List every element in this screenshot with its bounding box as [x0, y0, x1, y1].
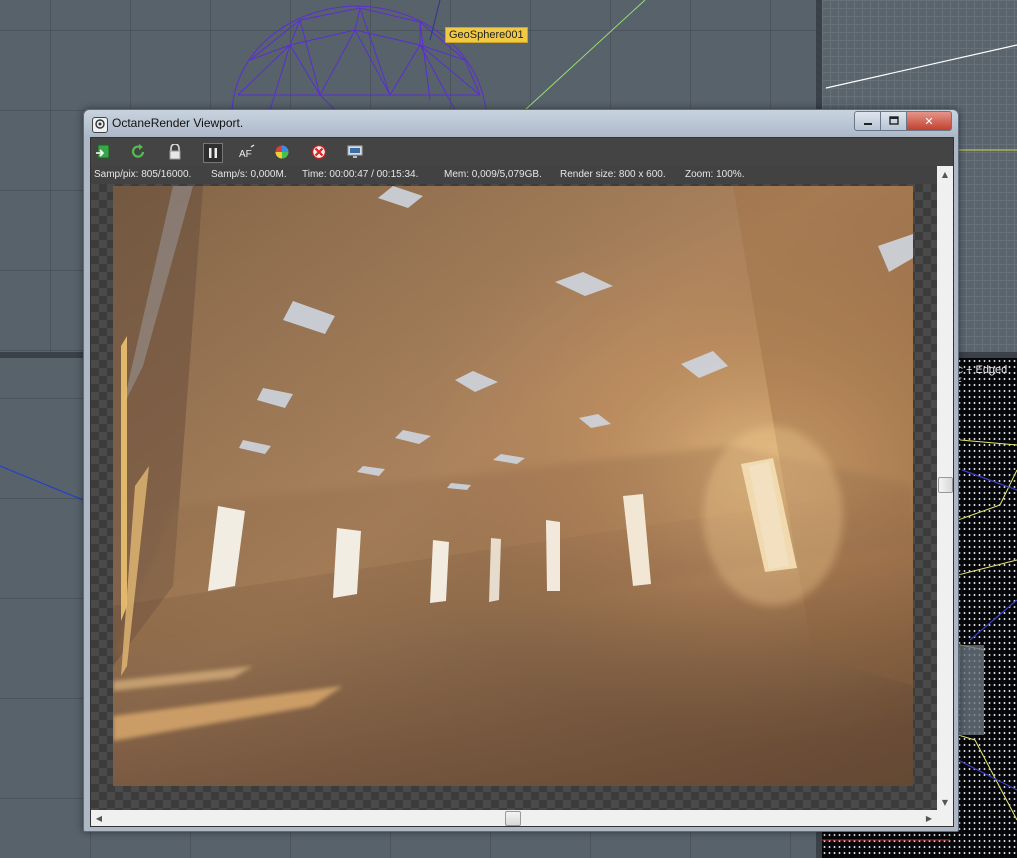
memory-usage: Mem: 0,009/5,079GB. [444, 169, 542, 180]
scroll-up-icon[interactable]: ▲ [937, 166, 953, 182]
lock-button[interactable] [166, 143, 184, 161]
pause-button[interactable] [203, 143, 223, 163]
render-toolbar: AF [91, 138, 953, 167]
zoom-level: Zoom: 100%. [685, 169, 745, 180]
export-image-button[interactable] [94, 143, 112, 161]
scroll-down-icon[interactable]: ▼ [937, 794, 953, 810]
autofocus-text: AF [239, 149, 252, 160]
autofocus-button[interactable]: AF [238, 143, 256, 161]
rendered-image[interactable] [113, 186, 913, 786]
window-titlebar[interactable]: OctaneRender Viewport. ✕ [84, 110, 958, 135]
close-icon: ✕ [924, 114, 934, 128]
octane-render-window: OctaneRender Viewport. ✕ AF Samp/pix: 80… [83, 109, 959, 832]
render-canvas[interactable] [91, 184, 937, 810]
render-size: Render size: 800 x 600. [560, 169, 666, 180]
geosphere-wireframe [231, 5, 487, 111]
render-time: Time: 00:00:47 / 00:15:34. [302, 169, 419, 180]
horizontal-scroll-thumb[interactable] [505, 811, 521, 826]
window-title: OctaneRender Viewport. [112, 116, 244, 130]
export-image-icon [96, 144, 110, 159]
autofocus-icon: AF [239, 144, 255, 160]
minimize-icon [863, 123, 872, 125]
scroll-left-icon[interactable]: ◀ [91, 810, 107, 826]
pause-icon [209, 148, 217, 158]
color-picker-button[interactable] [273, 143, 291, 161]
color-picker-icon [275, 145, 289, 159]
restart-render-button[interactable] [130, 143, 148, 161]
scroll-right-icon[interactable]: ▶ [921, 810, 937, 826]
display-settings-button[interactable] [346, 143, 364, 161]
scrollbar-corner [937, 810, 953, 826]
vertical-scroll-thumb[interactable] [938, 477, 953, 493]
viewport-shading-label[interactable]: ic + Edged F [955, 364, 1017, 388]
minimize-button[interactable] [854, 111, 881, 131]
vertical-scrollbar[interactable]: ▲ ▼ [937, 166, 953, 810]
stop-render-button[interactable] [310, 143, 328, 161]
maximize-button[interactable] [881, 111, 907, 131]
edged-wireframe [957, 439, 1017, 821]
restart-render-icon [131, 144, 145, 158]
octane-app-icon[interactable] [92, 117, 108, 133]
close-button[interactable]: ✕ [907, 111, 952, 131]
lock-icon [169, 144, 181, 160]
samples-per-pixel: Samp/pix: 805/16000. [94, 169, 192, 180]
maximize-icon [888, 116, 899, 125]
render-statistics-bar: Samp/pix: 805/16000. Samp/s: 0,000M. Tim… [91, 166, 937, 184]
window-client-area: AF Samp/pix: 805/16000. Samp/s: 0,000M. … [90, 137, 954, 827]
horizontal-scrollbar[interactable]: ◀ ▶ [91, 810, 937, 826]
display-settings-icon [347, 145, 363, 158]
geosphere-label[interactable]: GeoSphere001 [445, 27, 528, 43]
stop-render-icon [311, 144, 327, 160]
samples-per-second: Samp/s: 0,000M. [211, 169, 287, 180]
